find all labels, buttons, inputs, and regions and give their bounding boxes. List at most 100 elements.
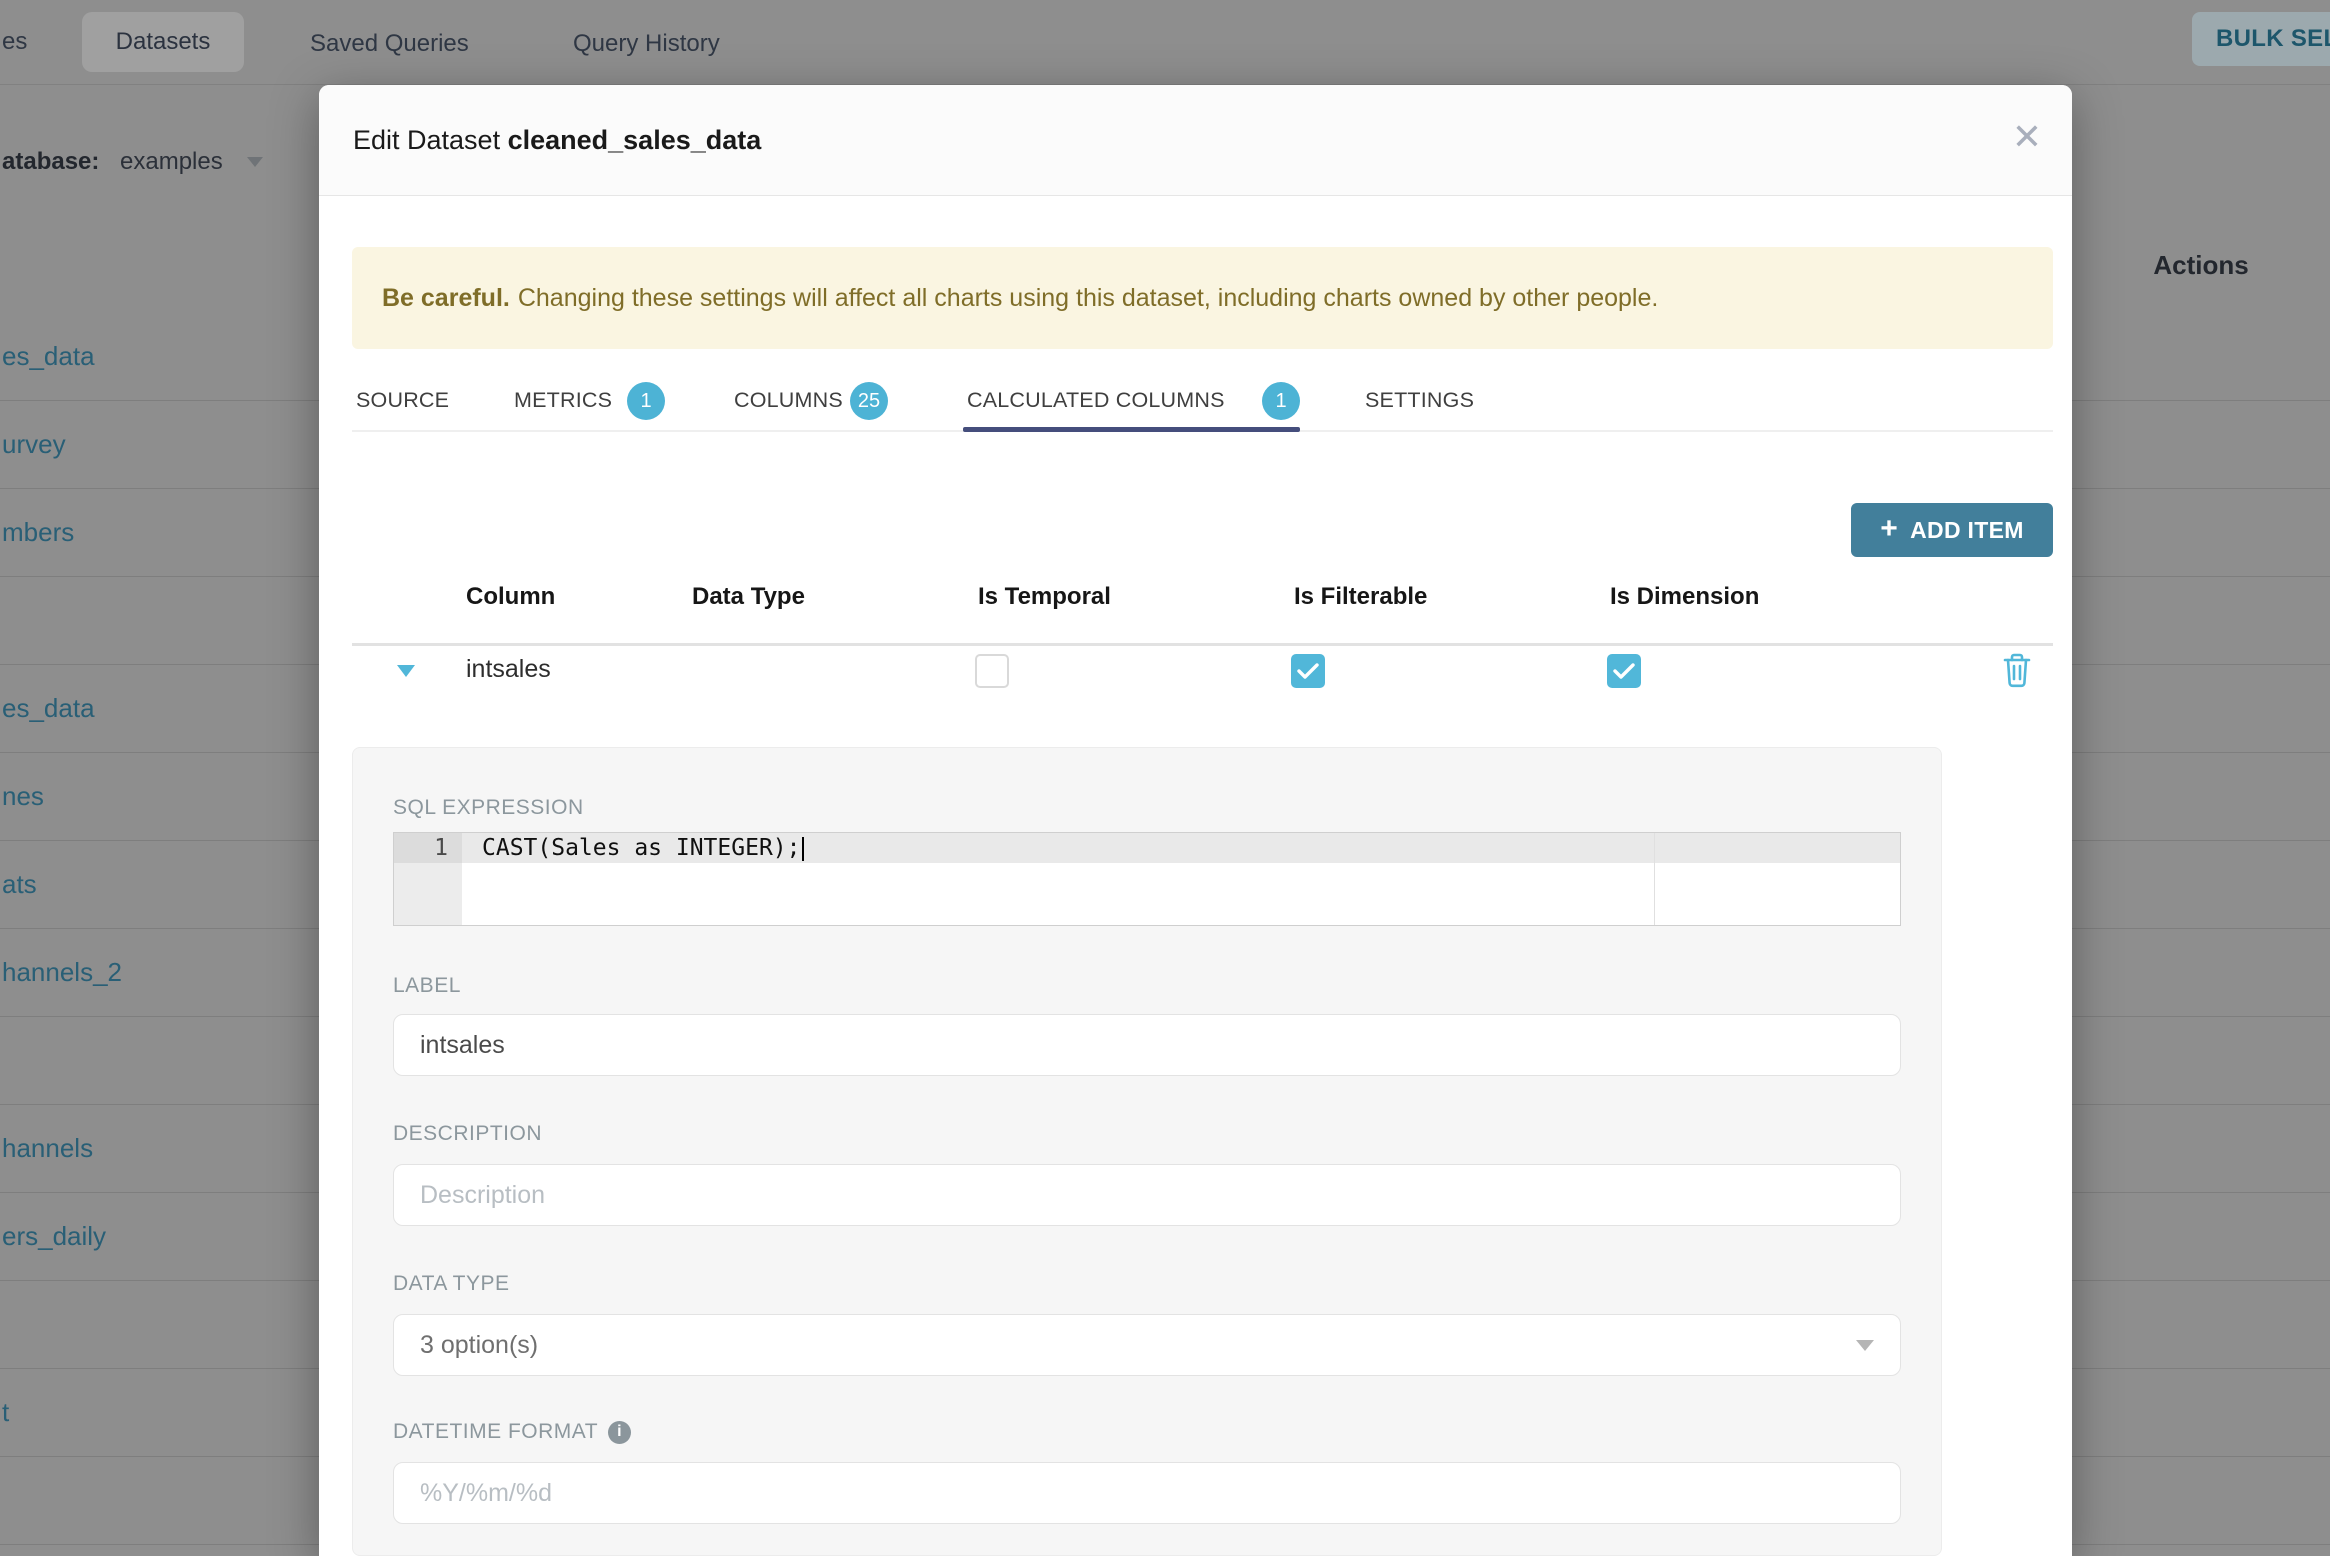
- table-row: [2072, 313, 2330, 401]
- data-type-label: DATA TYPE: [393, 1272, 510, 1295]
- editor-print-margin: [1654, 833, 1655, 925]
- table-row[interactable]: hannels: [0, 1105, 319, 1193]
- chevron-down-icon[interactable]: [247, 157, 263, 167]
- editor-line-number: 1: [394, 833, 462, 863]
- check-icon: [1613, 663, 1635, 679]
- warning-bold: Be careful.: [382, 283, 510, 312]
- calculated-column-name: intsales: [466, 655, 551, 683]
- info-icon[interactable]: i: [608, 1420, 632, 1444]
- sql-expression-editor[interactable]: 1 CAST(Sales as INTEGER);: [393, 832, 1901, 926]
- col-header-data-type: Data Type: [692, 583, 805, 610]
- datetime-format-label-text: DATETIME FORMAT: [393, 1420, 599, 1443]
- table-row: [2072, 1193, 2330, 1281]
- description-label: DESCRIPTION: [393, 1122, 543, 1145]
- data-type-select[interactable]: 3 option(s): [393, 1314, 1901, 1376]
- nav-item-databases-clipped[interactable]: es: [2, 28, 27, 56]
- table-row[interactable]: [0, 1281, 319, 1369]
- dataset-link[interactable]: ers_daily: [0, 1221, 106, 1252]
- dataset-list-right: [2072, 313, 2330, 1545]
- tab-settings[interactable]: SETTINGS: [1365, 388, 1474, 413]
- dataset-link[interactable]: hannels_2: [0, 957, 122, 988]
- add-item-button[interactable]: + ADD ITEM: [1851, 503, 2053, 557]
- table-row[interactable]: urvey: [0, 401, 319, 489]
- col-header-column: Column: [466, 583, 556, 610]
- table-row: [2072, 753, 2330, 841]
- table-row[interactable]: nes: [0, 753, 319, 841]
- collapse-row-caret-icon[interactable]: [397, 665, 415, 677]
- dataset-link[interactable]: nes: [0, 781, 44, 812]
- table-row[interactable]: [0, 1017, 319, 1105]
- table-row: [2072, 1017, 2330, 1105]
- nav-tab-datasets[interactable]: Datasets: [82, 12, 244, 72]
- sql-code-text: CAST(Sales as INTEGER);: [482, 835, 801, 861]
- table-row: [2072, 489, 2330, 577]
- is-dimension-checkbox[interactable]: [1607, 654, 1641, 688]
- close-icon[interactable]: ✕: [2012, 119, 2042, 155]
- nav-tab-datasets-label: Datasets: [115, 28, 211, 55]
- col-header-is-dimension: Is Dimension: [1610, 583, 1760, 610]
- datetime-format-label: DATETIME FORMAT i: [393, 1420, 632, 1444]
- tab-calculated-columns[interactable]: CALCULATED COLUMNS: [967, 388, 1225, 413]
- dataset-link[interactable]: ats: [0, 869, 37, 900]
- sql-expression-label-text: SQL EXPRESSION: [393, 796, 584, 819]
- table-row: [2072, 841, 2330, 929]
- table-row[interactable]: hannels_2: [0, 929, 319, 1017]
- table-row: [2072, 929, 2330, 1017]
- bulk-select-button[interactable]: BULK SELEC: [2192, 12, 2330, 66]
- table-row[interactable]: es_data: [0, 313, 319, 401]
- datasets-page: es Datasets Saved Queries Query History …: [0, 0, 2330, 1556]
- nav-tab-saved-queries[interactable]: Saved Queries: [310, 30, 469, 58]
- add-item-label: ADD ITEM: [1910, 516, 2024, 543]
- plus-icon: +: [1880, 511, 1899, 545]
- table-row[interactable]: ats: [0, 841, 319, 929]
- description-input[interactable]: [393, 1164, 1901, 1226]
- trash-icon: [2003, 653, 2031, 688]
- label-label: LABEL: [393, 974, 461, 997]
- data-type-value: 3 option(s): [420, 1330, 539, 1359]
- database-filter-value[interactable]: examples: [120, 148, 223, 176]
- tab-source[interactable]: SOURCE: [356, 388, 449, 413]
- dataset-link[interactable]: hannels: [0, 1133, 93, 1164]
- col-header-is-filterable: Is Filterable: [1294, 583, 1428, 610]
- table-row[interactable]: [0, 577, 319, 665]
- modal-title-dataset-name: cleaned_sales_data: [507, 124, 762, 155]
- table-row: [2072, 1105, 2330, 1193]
- table-row[interactable]: mbers: [0, 489, 319, 577]
- delete-row-button[interactable]: [2001, 652, 2033, 693]
- table-row: [2072, 1369, 2330, 1457]
- table-row[interactable]: ers_daily: [0, 1193, 319, 1281]
- nav-tab-query-history[interactable]: Query History: [573, 30, 720, 58]
- datetime-format-input[interactable]: [393, 1462, 1901, 1524]
- text-cursor: [801, 836, 804, 861]
- warning-text: Changing these settings will affect all …: [517, 283, 1659, 312]
- modal-title-prefix: Edit Dataset: [353, 124, 501, 155]
- label-input[interactable]: [393, 1014, 1901, 1076]
- dataset-link[interactable]: es_data: [0, 341, 95, 372]
- table-row: [2072, 665, 2330, 753]
- dataset-link[interactable]: es_data: [0, 693, 95, 724]
- tab-columns[interactable]: COLUMNS: [734, 388, 843, 413]
- sql-expression-label: SQL EXPRESSION: [393, 796, 584, 820]
- dataset-list-left: es_data urvey mbers es_data nes ats hann…: [0, 313, 319, 1545]
- table-row[interactable]: es_data: [0, 665, 319, 753]
- dataset-link[interactable]: urvey: [0, 429, 66, 460]
- select-caret-icon: [1856, 1339, 1874, 1351]
- database-filter-label: atabase:: [2, 148, 100, 175]
- dataset-link[interactable]: mbers: [0, 517, 74, 548]
- table-header-divider: [352, 643, 2053, 646]
- active-tab-underline: [963, 427, 1300, 432]
- table-row[interactable]: t: [0, 1369, 319, 1457]
- dataset-link[interactable]: t: [0, 1397, 9, 1428]
- sql-code[interactable]: CAST(Sales as INTEGER);: [482, 833, 804, 863]
- calculated-column-detail-panel: SQL EXPRESSION 1 CAST(Sales as INTEGER);…: [352, 747, 1942, 1556]
- col-header-is-temporal: Is Temporal: [978, 583, 1111, 610]
- modal-header: Edit Dataset cleaned_sales_data: [319, 85, 2072, 196]
- is-temporal-checkbox[interactable]: [975, 654, 1009, 688]
- calculated-columns-count-badge: 1: [1262, 382, 1300, 420]
- edit-dataset-modal: Edit Dataset cleaned_sales_data ✕ Be car…: [319, 85, 2072, 1556]
- metrics-count-badge: 1: [627, 382, 665, 420]
- tab-metrics[interactable]: METRICS: [514, 388, 612, 413]
- table-row[interactable]: [0, 1457, 319, 1545]
- is-filterable-checkbox[interactable]: [1291, 654, 1325, 688]
- columns-count-badge: 25: [850, 382, 888, 420]
